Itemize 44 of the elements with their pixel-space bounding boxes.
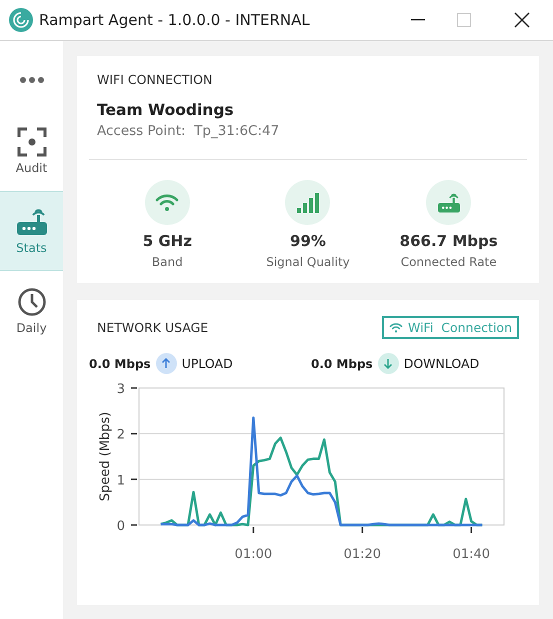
y-tick	[131, 524, 137, 526]
minimize-icon	[411, 19, 425, 21]
card-heading: NETWORK USAGE	[97, 320, 208, 335]
rate-value: 0.0 Mbps	[89, 356, 151, 370]
app-logo-icon	[9, 8, 33, 32]
legend-label: DOWNLOAD	[404, 356, 480, 371]
stat-value: 99%	[290, 232, 326, 250]
card-heading: WIFI CONNECTION	[97, 72, 214, 87]
x-tick-label: 01:00	[234, 547, 272, 562]
y-tick-label: 2	[116, 428, 125, 443]
y-tick	[131, 478, 137, 480]
stat-value: 866.7 Mbps	[400, 232, 498, 250]
network-name: Team Woodings	[97, 101, 235, 119]
router-icon	[436, 192, 461, 214]
nav-item[interactable]: Audit	[0, 111, 63, 191]
nav-item[interactable]: Daily	[0, 271, 63, 351]
stat-value: 5 GHz	[142, 232, 192, 250]
x-tick	[252, 527, 254, 533]
y-tick	[131, 432, 137, 434]
x-tick-label: 01:40	[452, 547, 490, 562]
more-icon	[20, 77, 44, 83]
y-tick-label: 0	[116, 519, 125, 534]
x-tick	[470, 527, 472, 533]
close-icon	[514, 12, 530, 28]
clock-icon	[16, 287, 46, 317]
window-title: Rampart Agent - 1.0.0.0 - INTERNAL	[39, 11, 311, 29]
router-icon	[16, 207, 48, 237]
rate-value: 0.0 Mbps	[311, 356, 373, 370]
wifi-icon	[389, 322, 403, 332]
stat-label: Band	[152, 255, 183, 269]
signal-bars-icon	[296, 192, 319, 212]
y-axis-label: Speed (Mbps)	[98, 412, 113, 502]
stat-label: Signal Quality	[266, 255, 350, 269]
y-tick	[131, 387, 137, 389]
x-tick-label: 01:20	[344, 547, 382, 562]
legend-label: UPLOAD	[182, 356, 233, 371]
wifi-icon	[155, 194, 180, 212]
y-tick-label: 1	[116, 473, 125, 488]
access-point: Access Point: Tp_31:6C:47	[97, 123, 280, 139]
maximize-icon	[457, 13, 471, 27]
y-tick-label: 3	[116, 382, 125, 397]
x-tick	[362, 527, 364, 533]
focus-icon	[16, 127, 46, 157]
stat-label: Connected Rate	[400, 255, 497, 269]
